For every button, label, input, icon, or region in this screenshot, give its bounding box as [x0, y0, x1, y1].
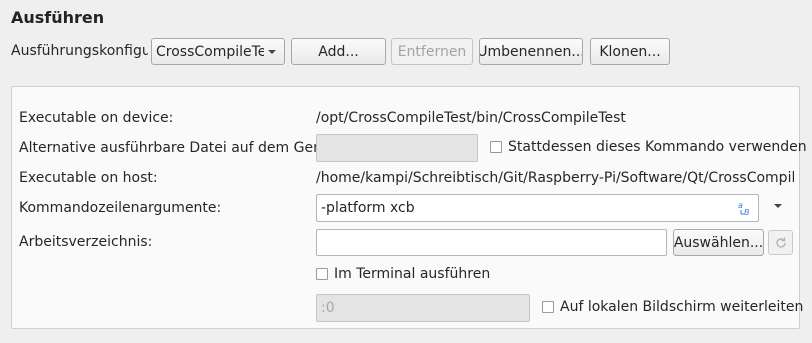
exec-host-value: /home/kampi/Schreibtisch/Git/Raspberry-P…	[316, 170, 794, 186]
workdir-label: Arbeitsverzeichnis:	[19, 234, 153, 250]
exec-device-label: Executable on device:	[19, 110, 174, 126]
local-display-checkbox[interactable]	[542, 301, 554, 313]
svg-text:a: a	[738, 201, 743, 210]
chevron-down-icon	[268, 50, 276, 54]
clone-config-button[interactable]: Klonen...	[590, 38, 670, 65]
run-in-terminal-checkbox[interactable]	[316, 268, 328, 280]
use-command-option[interactable]: Stattdessen dieses Kommando verwenden	[490, 139, 807, 155]
alt-exec-label: Alternative ausführbare Datei auf dem Ge…	[19, 140, 338, 156]
reset-button[interactable]	[768, 230, 793, 255]
browse-button[interactable]: Auswählen...	[673, 229, 764, 256]
run-config-selected-value: CrossCompileTe	[156, 43, 264, 60]
run-in-terminal-label: Im Terminal ausführen	[334, 266, 491, 282]
local-display-label: Auf lokalen Bildschirm weiterleiten	[560, 299, 804, 315]
args-value: -platform xcb	[321, 200, 415, 216]
exec-host-label: Executable on host:	[19, 170, 158, 186]
chevron-down-icon[interactable]	[774, 204, 782, 208]
workdir-input[interactable]	[316, 229, 667, 256]
use-command-label: Stattdessen dieses Kommando verwenden	[508, 139, 807, 155]
reset-icon	[775, 237, 786, 248]
local-display-option[interactable]: Auf lokalen Bildschirm weiterleiten	[542, 299, 803, 315]
svg-text:B: B	[744, 208, 750, 216]
exec-device-value: /opt/CrossCompileTest/bin/CrossCompileTe…	[316, 110, 626, 126]
rename-config-button[interactable]: Umbenennen...	[479, 38, 583, 65]
args-label: Kommandozeilenargumente:	[19, 200, 222, 216]
args-input[interactable]: -platform xcb a B	[316, 194, 759, 222]
clear-text-icon[interactable]: a B	[738, 200, 752, 218]
section-title: Ausführen	[11, 8, 105, 27]
alt-exec-field[interactable]	[316, 134, 478, 162]
run-config-select[interactable]: CrossCompileTe	[151, 38, 285, 65]
add-config-button[interactable]: Add...	[291, 38, 386, 65]
use-command-checkbox[interactable]	[490, 141, 502, 153]
run-config-label: Ausführungskonfigur	[11, 43, 148, 59]
display-input[interactable]: :0	[316, 294, 530, 322]
run-in-terminal-option[interactable]: Im Terminal ausführen	[316, 266, 490, 282]
remove-config-button[interactable]: Entfernen	[391, 38, 473, 65]
